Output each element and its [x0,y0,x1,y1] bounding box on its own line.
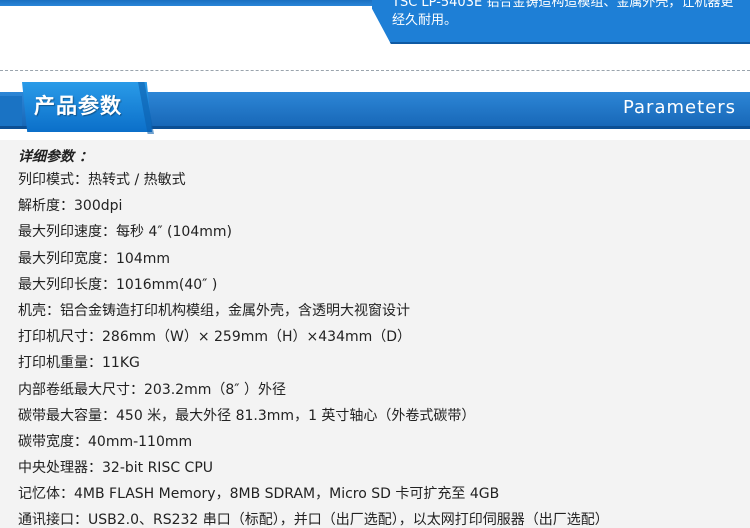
top-callout-text: TSC LP-5403E 铝合金铸造构造模组、金属外壳，让机器更经久耐用。 [392,0,734,28]
spec-item-max-width: 最大列印宽度：104mm [18,250,170,267]
spec-item-ribbon-width: 碳带宽度：40mm-110mm [18,433,193,450]
spec-list: 列印模式：热转式 / 热敏式 解析度：300dpi 最大列印速度：每秒 4″ (… [18,171,609,528]
spec-item-cpu: 中央处理器：32-bit RISC CPU [18,460,214,477]
section-title: 产品参数 [34,94,122,118]
spec-item-dimensions: 打印机尺寸：286mm（W）× 259mm（H）×434mm（D） [18,329,412,346]
specs-heading: 详细参数 ： [18,149,93,165]
section-title-english: Parameters [622,97,736,118]
spec-item-resolution: 解析度：300dpi [18,198,123,215]
spec-item-weight: 打印机重量：11KG [18,355,140,372]
spec-item-max-length: 最大列印长度：1016mm(40″ ) [18,276,218,293]
spec-item-interfaces: 通讯接口：USB2.0、RS232 串口（标配），并口（出厂选配），以太网打印伺… [18,512,609,528]
header-left-stripe [0,96,22,126]
spec-item-max-speed: 最大列印速度：每秒 4″ (104mm) [18,224,232,241]
spec-item-print-mode: 列印模式：热转式 / 热敏式 [18,172,186,188]
spec-item-housing: 机壳：铝合金铸造打印机构模组，金属外壳，含透明大视窗设计 [18,302,410,319]
spec-item-ribbon-capacity: 碳带最大容量：450 米，最大外径 81.3mm，1 英寸轴心（外卷式碳带） [18,407,476,424]
spec-item-roll-size: 内部卷纸最大尺寸：203.2mm（8″ ）外径 [18,381,286,398]
spec-item-memory: 记忆体：4MB FLASH Memory，8MB SDRAM，Micro SD … [18,486,500,503]
dashed-divider [0,70,750,71]
